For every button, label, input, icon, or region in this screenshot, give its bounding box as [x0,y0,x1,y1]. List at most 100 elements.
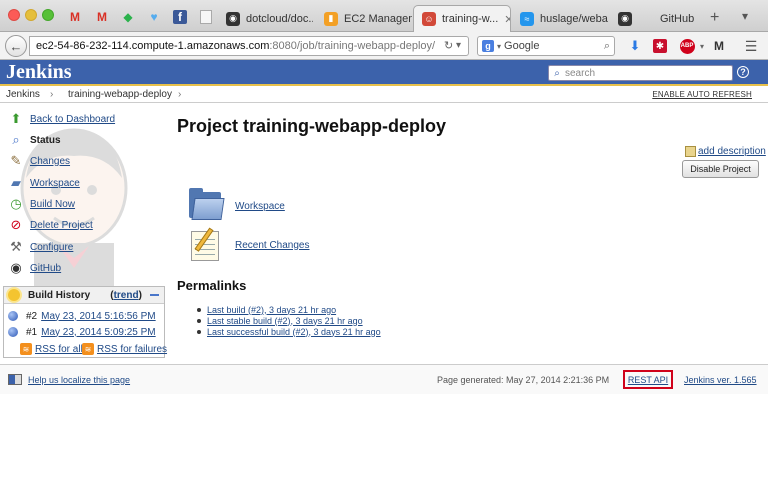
breadcrumb-jenkins[interactable]: Jenkins [6,89,40,100]
workspace-link[interactable]: Workspace [235,201,285,212]
menu-hamburger-icon[interactable]: ☰ [742,38,760,54]
trend-wrapper: (trend) [110,290,142,301]
localize[interactable]: Help us localize this page [8,374,130,385]
pinned-tab-gmail-2[interactable]: M [91,7,113,27]
breadcrumb: Jenkins › training-webapp-deploy › ENABL… [0,86,768,103]
trend-link[interactable]: trend [114,290,139,301]
task-label[interactable]: Back to Dashboard [30,114,115,125]
main-link-workspace[interactable]: Workspace [187,188,285,224]
feedly-icon: ◆ [123,10,133,24]
zoom-window-button[interactable] [42,9,54,21]
wrench-icon: ⚒ [10,239,22,254]
close-tab-icon[interactable]: ✕ [504,13,510,26]
tab-training-webapp[interactable]: ☺ training-w... ✕ [413,5,511,32]
task-label[interactable]: Workspace [30,178,80,189]
tab-github[interactable]: ◉ GitHub [610,5,705,32]
permalink-last-successful-build[interactable]: Last successful build (#2), 3 days 21 hr… [207,327,381,337]
task-label[interactable]: GitHub [30,263,61,274]
pinned-tab-gmail[interactable]: M [64,7,86,27]
task-label[interactable]: Build Now [30,199,75,210]
task-back-to-dashboard[interactable]: ⬆ Back to Dashboard [7,110,116,128]
browser-tab-bar: M M ◆ ♥ f ◉ dotcloud/doc... ▮ EC2 Manage… [0,0,768,32]
blue-ball-status-icon [8,311,18,321]
add-description-link[interactable]: add description [698,146,766,157]
build-row[interactable]: #2 May 23, 2014 5:16:56 PM [8,308,156,324]
recent-changes-link[interactable]: Recent Changes [235,240,310,251]
reload-icon[interactable]: ↻ [444,39,453,52]
adblock-chevron-icon[interactable]: ▾ [693,38,711,54]
url-bar[interactable]: ec2-54-86-232-114.compute-1.amazonaws.co… [29,36,469,56]
page-generated-text: Page generated: May 27, 2014 2:21:36 PM [437,375,610,385]
pinned-tab-twitter[interactable]: ♥ [143,7,165,27]
minimize-window-button[interactable] [25,9,37,21]
tab-huslage[interactable]: ≈ huslage/weba... [512,5,608,32]
disable-project-button[interactable]: Disable Project [682,160,759,178]
rss-all[interactable]: ≋ RSS for all [20,343,83,355]
build-row[interactable]: #1 May 23, 2014 5:09:25 PM [8,324,156,340]
tab-label: GitHub [660,12,695,25]
page-title: Project training-webapp-deploy [177,116,447,136]
notepad-icon [187,227,227,263]
collapse-icon[interactable] [150,294,159,296]
rest-api-link[interactable]: REST API [628,375,668,385]
download-icon[interactable]: ⬇ [626,38,644,54]
task-label[interactable]: Configure [30,242,73,253]
bullet [197,307,201,312]
localize-flag-icon [8,374,22,385]
breadcrumb-job[interactable]: training-webapp-deploy [68,89,172,100]
rss-all-link[interactable]: RSS for all [35,344,83,355]
tab-dotcloud[interactable]: ◉ dotcloud/doc... [218,5,313,32]
gmail-icon: M [97,10,107,24]
help-icon[interactable]: ? [737,66,749,78]
build-number: #2 [26,310,38,322]
pinned-tab-facebook[interactable]: f [169,7,191,27]
build-date-link[interactable]: May 23, 2014 5:16:56 PM [41,311,156,322]
tab-list-chevron-down-icon[interactable]: ▾ [742,9,748,23]
task-build-now[interactable]: ◷ Build Now [7,195,75,213]
task-label[interactable]: Changes [30,156,70,167]
browser-search-field[interactable]: g ▾ Google ⌕ [477,36,615,56]
permalink-last-stable-build[interactable]: Last stable build (#2), 3 days 21 hr ago [207,316,363,326]
pinned-tab-blank[interactable] [195,7,217,27]
task-changes[interactable]: ✎ Changes [7,152,70,170]
tab-ec2[interactable]: ▮ EC2 Managem... [316,5,412,32]
build-history-title: Build History [28,289,91,301]
url-dropdown-chevron-icon[interactable]: ▾ [456,40,461,51]
notepad-icon [685,146,696,157]
jenkins-version-link[interactable]: Jenkins ver. 1.565 [684,375,757,385]
up-arrow-icon: ⬆ [10,111,22,126]
task-workspace[interactable]: ▰ Workspace [7,174,80,192]
folder-icon: ▰ [11,175,21,190]
pinned-tab-feedly[interactable]: ◆ [117,7,139,27]
main-link-recent-changes[interactable]: Recent Changes [187,227,310,263]
jenkins-version: Jenkins ver. 1.565 [684,375,757,385]
task-github[interactable]: ◉ GitHub [7,259,61,277]
permalink-item: Last build (#2), 3 days 21 hr ago [197,304,381,315]
task-configure[interactable]: ⚒ Configure [7,238,73,256]
lastpass-icon[interactable]: ✱ [651,38,669,54]
gmail-notifier-icon[interactable]: M [710,38,728,54]
task-status[interactable]: ⌕ Status [7,131,61,149]
rss-failures[interactable]: ≋ RSS for failures [82,343,167,355]
enable-auto-refresh-link[interactable]: ENABLE AUTO REFRESH [652,90,752,99]
task-label[interactable]: Delete Project [30,220,93,231]
notepad-icon: ✎ [10,153,22,168]
blank-page-icon [200,10,212,24]
build-date-link[interactable]: May 23, 2014 5:09:25 PM [41,327,156,338]
jenkins-logo[interactable]: Jenkins [6,61,72,84]
new-tab-button[interactable]: + [710,9,719,27]
back-button[interactable]: ← [5,35,27,57]
add-description[interactable]: add description [685,146,766,157]
close-window-button[interactable] [8,9,20,21]
breadcrumb-separator: › [178,89,182,100]
localize-link[interactable]: Help us localize this page [28,375,130,385]
rss-failures-link[interactable]: RSS for failures [97,344,167,355]
permalink-last-build[interactable]: Last build (#2), 3 days 21 hr ago [207,305,336,315]
jenkins-search-input[interactable]: ⌕ search [548,65,733,81]
task-label[interactable]: Status [30,135,61,146]
rss-icon: ≋ [82,343,94,355]
search-icon[interactable]: ⌕ [604,40,610,53]
tab-label: EC2 Managem... [344,12,412,25]
permalinks-heading: Permalinks [177,278,247,293]
task-delete-project[interactable]: ⊘ Delete Project [7,216,93,234]
